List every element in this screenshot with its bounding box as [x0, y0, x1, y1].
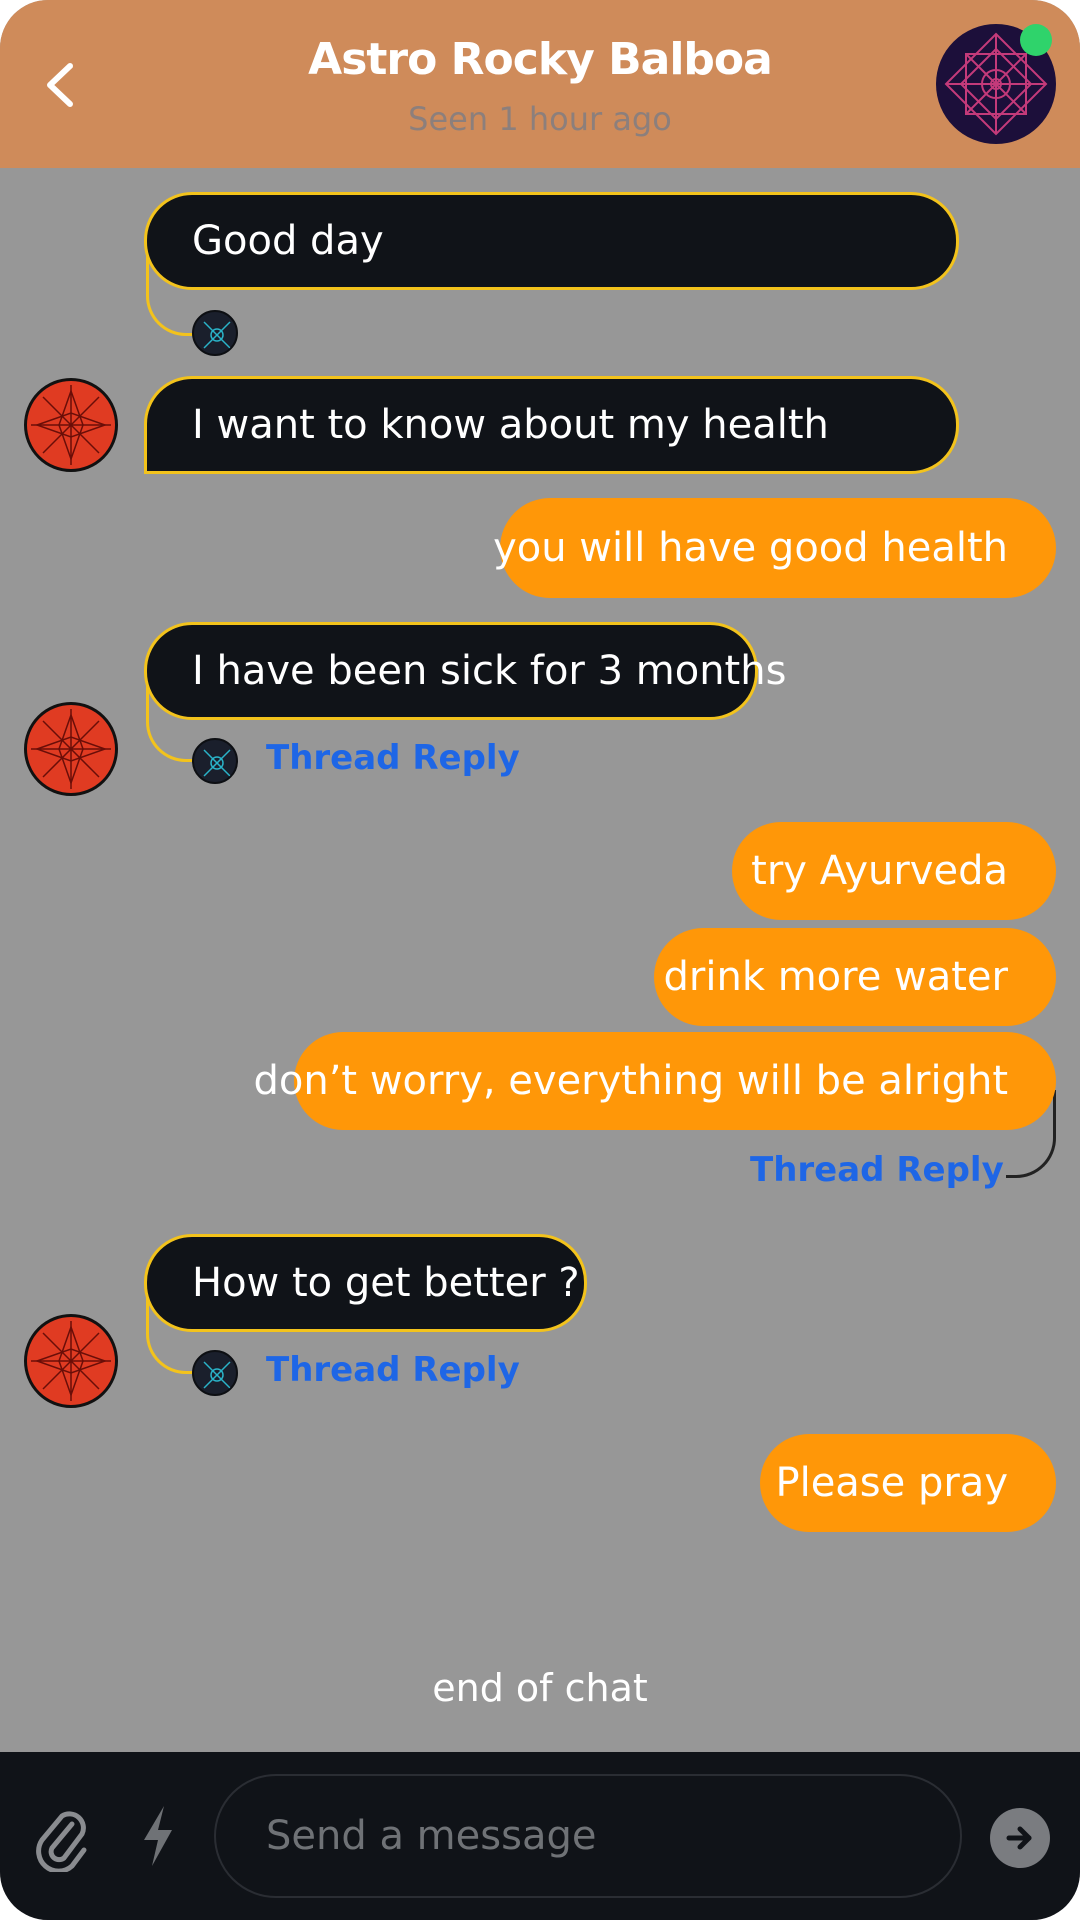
- attach-button[interactable]: [34, 1802, 90, 1874]
- chat-header: Astro Rocky Balboa Seen 1 hour ago: [0, 0, 1080, 168]
- thread-reply-link[interactable]: Thread Reply: [750, 1150, 1004, 1190]
- end-of-chat-label: end of chat: [432, 1666, 648, 1710]
- paperclip-icon: [36, 1811, 87, 1874]
- thread-avatar: [192, 310, 238, 356]
- online-status-dot: [1020, 24, 1052, 56]
- commands-button[interactable]: [138, 1804, 178, 1868]
- message-text: Good day: [192, 218, 384, 264]
- outgoing-message[interactable]: don’t worry, everything will be alright: [253, 1032, 1056, 1130]
- thread-reply-link[interactable]: Thread Reply: [266, 738, 520, 778]
- user-avatar: [24, 1314, 118, 1408]
- message-text: How to get better ?: [192, 1260, 580, 1306]
- thread-avatar: [192, 1350, 238, 1396]
- red-geometric-avatar-icon: [31, 385, 111, 465]
- message-text: Please pray: [775, 1460, 1008, 1506]
- message-text: you will have good health: [493, 525, 1008, 571]
- message-text: drink more water: [663, 954, 1008, 1000]
- lightning-icon: [144, 1806, 172, 1866]
- outgoing-message[interactable]: Please pray: [760, 1434, 1056, 1532]
- outgoing-message[interactable]: you will have good health: [493, 498, 1056, 598]
- thread-reply-link[interactable]: Thread Reply: [266, 1350, 520, 1390]
- message-text: don’t worry, everything will be alright: [253, 1058, 1008, 1104]
- red-geometric-avatar-icon: [31, 1321, 111, 1401]
- message-input[interactable]: [214, 1774, 962, 1898]
- outgoing-message[interactable]: drink more water: [654, 928, 1056, 1026]
- astro-mini-icon: [203, 321, 231, 349]
- message-text: try Ayurveda: [751, 848, 1008, 894]
- message-text: I want to know about my health: [192, 402, 829, 448]
- message-composer: [0, 1752, 1080, 1920]
- incoming-message[interactable]: How to get better ?: [144, 1234, 587, 1332]
- send-button[interactable]: [990, 1808, 1050, 1868]
- incoming-message[interactable]: Good day: [144, 192, 959, 290]
- outgoing-message[interactable]: try Ayurveda: [732, 822, 1056, 920]
- incoming-message[interactable]: I have been sick for 3 months: [144, 622, 786, 720]
- message-text: I have been sick for 3 months: [192, 648, 787, 694]
- arrow-right-icon: [1006, 1826, 1032, 1850]
- chat-screen: Astro Rocky Balboa Seen 1 hour ago Good …: [0, 0, 1080, 1920]
- user-avatar: [24, 702, 118, 796]
- thread-avatar: [192, 738, 238, 784]
- contact-name: Astro Rocky Balboa: [308, 34, 773, 85]
- red-geometric-avatar-icon: [31, 709, 111, 789]
- incoming-message[interactable]: I want to know about my health: [144, 376, 959, 474]
- last-seen-status: Seen 1 hour ago: [408, 100, 672, 138]
- astro-mini-icon: [203, 749, 231, 777]
- astro-mini-icon: [203, 1361, 231, 1389]
- user-avatar: [24, 378, 118, 472]
